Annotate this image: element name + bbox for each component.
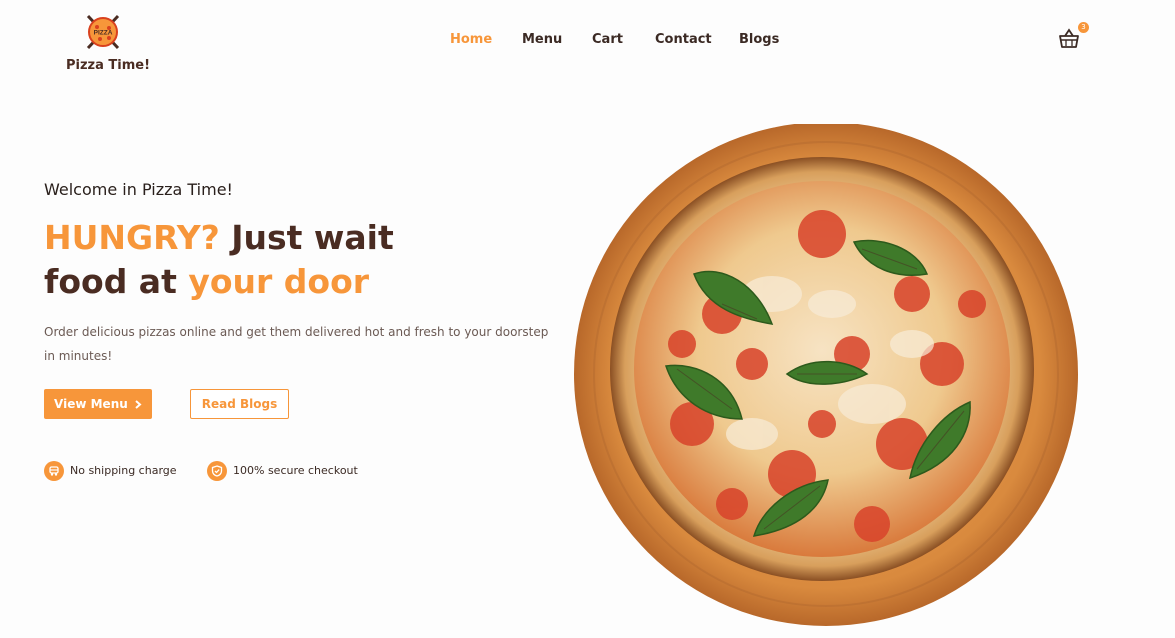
headline-food-at: food at	[44, 262, 189, 301]
nav-link-contact[interactable]: Contact	[655, 32, 712, 47]
pizza-illustration	[574, 122, 1078, 626]
nav-link-cart[interactable]: Cart	[592, 32, 623, 47]
headline-accent-your-door: your door	[188, 262, 370, 301]
nav-link-menu[interactable]: Menu	[522, 32, 562, 47]
pizza-hero-image	[572, 122, 1082, 634]
hero-description: Order delicious pizzas online and get th…	[44, 325, 549, 363]
header: PIZZA Pizza Time! Home Menu Cart Contact…	[0, 0, 1175, 90]
chevron-right-icon	[135, 400, 142, 409]
read-blogs-button[interactable]: Read Blogs	[190, 389, 289, 419]
nav-link-blogs[interactable]: Blogs	[739, 32, 779, 47]
welcome-text: Welcome in Pizza Time!	[44, 180, 233, 199]
hero-headline: HUNGRY? Just wait food at your door	[44, 216, 394, 304]
headline-just-wait: Just wait	[219, 218, 394, 257]
nav-link-home[interactable]: Home	[450, 32, 492, 47]
logo[interactable]: PIZZA Pizza Time!	[62, 12, 150, 76]
cart-button[interactable]: 3	[1058, 22, 1092, 52]
feature-label: 100% secure checkout	[233, 464, 358, 477]
view-menu-label: View Menu	[54, 397, 128, 411]
delivery-icon	[44, 461, 64, 481]
headline-accent-hungry: HUNGRY?	[44, 218, 220, 257]
feature-label: No shipping charge	[70, 464, 177, 477]
basket-icon	[1059, 28, 1079, 48]
shield-check-icon	[207, 461, 227, 481]
pizza-logo-icon: PIZZA	[86, 14, 120, 50]
view-menu-button[interactable]: View Menu	[44, 389, 152, 419]
cart-count-badge: 3	[1078, 22, 1089, 33]
logo-badge-text: PIZZA	[94, 30, 113, 37]
brand-name: Pizza Time!	[66, 58, 151, 73]
